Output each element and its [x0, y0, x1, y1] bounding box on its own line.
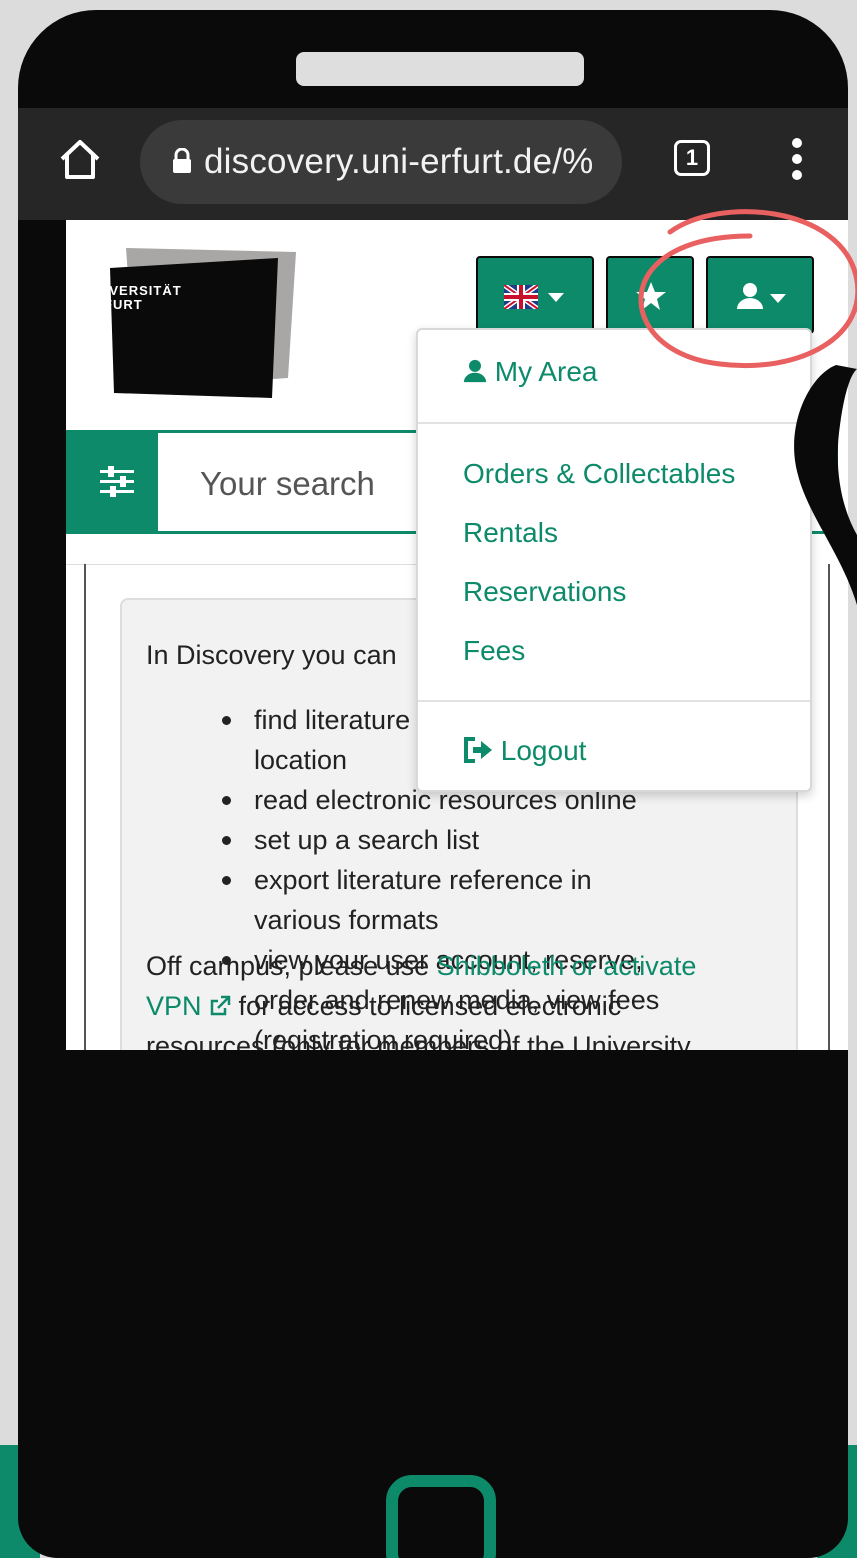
phone-home-button[interactable]: [386, 1475, 496, 1558]
orders-link[interactable]: Orders & Collectables: [463, 458, 735, 490]
browser-menu-icon[interactable]: [792, 138, 804, 190]
off-campus-note: Off campus, please use Shibboleth or act…: [146, 951, 697, 1050]
university-logo[interactable]: [106, 238, 306, 408]
feature-item: export literature reference in various f…: [214, 860, 674, 940]
home-icon[interactable]: [58, 137, 102, 181]
feature-item: set up a search list: [214, 820, 674, 860]
user-dropdown-menu: My Area Orders & Collectables Rentals Re…: [416, 328, 812, 792]
fees-link[interactable]: Fees: [463, 635, 525, 667]
user-icon: [463, 359, 487, 383]
search-placeholder: Your search: [200, 465, 375, 502]
rentals-link[interactable]: Rentals: [463, 517, 558, 549]
tab-count-icon[interactable]: 1: [674, 140, 710, 176]
logout-icon: [464, 737, 492, 763]
annotation-stroke: [794, 365, 857, 605]
reservations-link[interactable]: Reservations: [463, 576, 626, 608]
annotation-circle: [638, 209, 857, 369]
dropdown-divider: [418, 700, 810, 702]
phone-speaker: [296, 52, 584, 86]
lock-icon: [173, 148, 191, 173]
dropdown-divider: [418, 422, 810, 424]
sliders-icon: [100, 466, 134, 497]
chevron-down-icon: [548, 293, 564, 302]
uk-flag-icon: [504, 285, 538, 309]
address-bar[interactable]: discovery.uni-erfurt.de/%: [140, 120, 622, 204]
language-button[interactable]: [476, 256, 594, 334]
info-intro: In Discovery you can: [146, 640, 397, 670]
external-link-icon: [210, 995, 231, 1016]
search-filter-button[interactable]: [66, 430, 158, 534]
logout-link[interactable]: Logout: [463, 735, 586, 767]
my-area-link[interactable]: My Area: [463, 356, 597, 388]
logo-text: UNIVERSITÄT ERFURT: [84, 283, 182, 312]
url-text: discovery.uni-erfurt.de/%: [204, 142, 594, 181]
